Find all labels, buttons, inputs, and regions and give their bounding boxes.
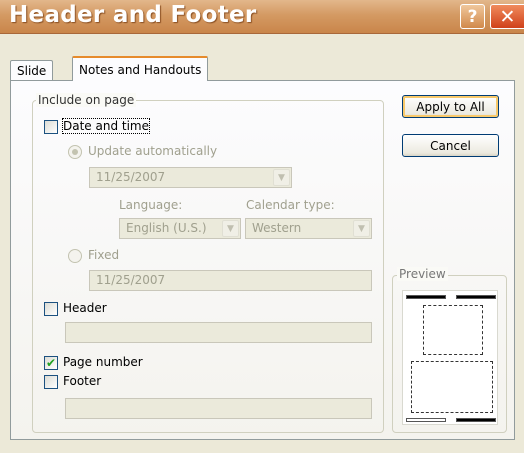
preview-header-placeholder	[406, 295, 446, 299]
footer-text-input[interactable]	[65, 398, 372, 419]
date-time-checkbox[interactable]	[44, 120, 58, 134]
cancel-button[interactable]: Cancel	[402, 134, 499, 157]
preview-date-placeholder	[456, 295, 496, 299]
update-automatically-label: Update automatically	[88, 144, 218, 158]
dialog-title: Header and Footer	[9, 2, 257, 28]
preview-page-number-placeholder	[456, 418, 496, 422]
language-label: Language:	[119, 198, 183, 212]
update-automatically-radio[interactable]	[68, 145, 82, 159]
header-text-input[interactable]	[65, 322, 372, 343]
preview-page	[402, 290, 498, 425]
preview-slide-image	[423, 305, 483, 355]
page-number-label: Page number	[63, 355, 143, 369]
calendar-type-label: Calendar type:	[246, 198, 335, 212]
language-dropdown[interactable]: English (U.S.) ▼	[119, 218, 241, 239]
title-bar[interactable]: Header and Footer ? ✕	[0, 0, 524, 34]
header-footer-dialog: Header and Footer ? ✕ Slide Notes and Ha…	[0, 0, 524, 453]
page-number-checkbox[interactable]: ✔	[44, 356, 58, 370]
tab-notes-label: Notes and Handouts	[79, 62, 202, 77]
fixed-date-input[interactable]: 11/25/2007	[89, 270, 372, 291]
fixed-radio[interactable]	[68, 249, 82, 263]
fixed-date-value: 11/25/2007	[96, 273, 166, 287]
chevron-down-icon: ▼	[222, 220, 239, 237]
footer-checkbox[interactable]	[44, 375, 58, 389]
chevron-down-icon: ▼	[353, 220, 370, 237]
date-time-label: Date and time	[62, 118, 150, 134]
preview-footer-placeholder	[406, 418, 446, 422]
chevron-down-icon: ▼	[273, 169, 290, 186]
calendar-type-value: Western	[252, 221, 302, 235]
calendar-type-dropdown[interactable]: Western ▼	[245, 218, 372, 239]
auto-date-dropdown[interactable]: 11/25/2007 ▼	[89, 167, 292, 188]
footer-label: Footer	[63, 374, 102, 388]
include-on-page-legend: Include on page	[36, 93, 137, 107]
tab-slide[interactable]: Slide	[10, 60, 54, 80]
close-button[interactable]: ✕	[490, 4, 524, 29]
close-icon: ✕	[499, 5, 516, 28]
help-icon: ?	[467, 6, 478, 27]
checkmark-icon: ✔	[45, 356, 57, 370]
fixed-label: Fixed	[88, 248, 120, 262]
preview-legend: Preview	[397, 267, 448, 281]
apply-to-all-button[interactable]: Apply to All	[402, 95, 499, 118]
tab-notes-and-handouts[interactable]: Notes and Handouts	[72, 56, 209, 81]
preview-notes-area	[411, 361, 493, 413]
help-button[interactable]: ?	[460, 4, 485, 29]
auto-date-value: 11/25/2007	[96, 170, 166, 184]
tab-slide-label: Slide	[17, 63, 47, 78]
language-value: English (U.S.)	[126, 221, 207, 235]
header-checkbox[interactable]	[44, 302, 58, 316]
header-label: Header	[63, 301, 107, 315]
